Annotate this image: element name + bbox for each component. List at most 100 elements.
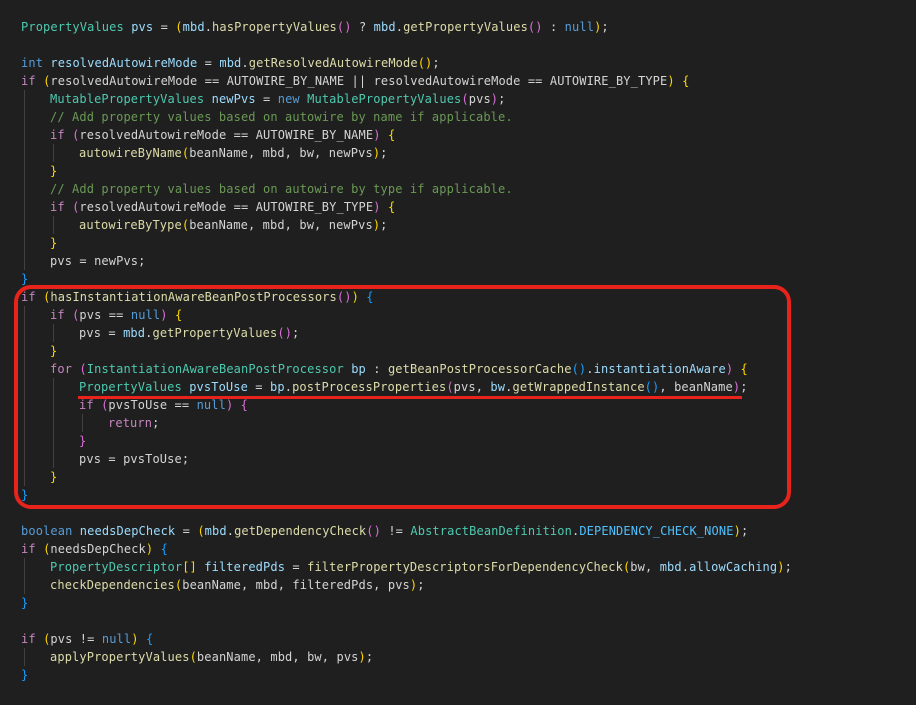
code-token: = [197,56,220,70]
code-token: } [21,272,29,286]
code-token: ; [601,20,609,34]
code-line[interactable]: if (resolvedAutowireMode == AUTOWIRE_BY_… [50,126,395,144]
code-token: () [527,20,543,34]
code-token: newPvs [211,92,256,106]
code-token: ; [498,92,506,106]
code-line[interactable]: MutablePropertyValues newPvs = new Mutab… [50,90,506,108]
code-line[interactable]: if (pvs != null) { [21,630,153,648]
code-token: MutablePropertyValues [50,92,205,106]
code-token: ; [380,218,388,232]
code-token: filteredPds [204,560,286,574]
code-token: checkDependencies [50,578,175,592]
code-token: // Add property values based on autowire… [50,182,513,196]
code-token: . [204,20,213,34]
code-token: . [241,56,249,70]
code-token: () [336,20,352,34]
code-token: autowireByType [79,218,182,232]
code-token: mbd [373,20,396,34]
code-token: = [153,20,176,34]
code-token: resolvedAutowireMode == AUTOWIRE_BY_TYPE [79,200,374,214]
code-line[interactable]: PropertyDescriptor[] filteredPds = filte… [50,558,792,576]
code-token: = [255,92,278,106]
code-line[interactable]: applyPropertyValues(beanName, mbd, bw, p… [50,648,373,666]
code-line[interactable]: } [50,234,57,252]
code-token: mbd [204,524,227,538]
code-token: ; [432,56,440,70]
code-editor[interactable]: PropertyValues pvs = (mbd.hasPropertyVal… [0,0,916,705]
code-token: pvs != [50,632,102,646]
code-token: mbd [219,56,242,70]
code-token: ( [197,524,205,538]
code-token: beanName, mbd, bw, pvs [196,650,359,664]
code-token: getResolvedAutowireMode [248,56,418,70]
code-line[interactable]: autowireByType(beanName, mbd, bw, newPvs… [79,216,388,234]
code-line[interactable]: if (resolvedAutowireMode == AUTOWIRE_BY_… [21,72,689,90]
indent-guide [53,144,54,162]
code-token: mbd [659,560,682,574]
code-token: ( [175,20,183,34]
code-token: allowCaching [689,560,778,574]
code-line[interactable]: // Add property values based on autowire… [50,108,513,126]
code-token: { [387,200,396,214]
code-token: PropertyValues [21,20,124,34]
code-token: if [21,74,36,88]
code-token: } [50,236,58,250]
code-token: = [285,560,308,574]
code-token: ; [380,146,388,160]
code-line[interactable]: } [21,666,28,684]
code-token: ) [131,632,139,646]
code-token: beanName, mbd, bw, newPvs [189,218,373,232]
code-token: pvs [468,92,491,106]
code-line[interactable]: pvs = newPvs; [50,252,145,270]
code-token: { [145,632,154,646]
code-token: ( [461,92,469,106]
code-token: { [387,128,396,142]
code-token: // Add property values based on autowire… [50,110,513,124]
code-line[interactable]: PropertyValues pvs = (mbd.hasPropertyVal… [21,18,609,36]
code-token: { [160,542,168,556]
code-line[interactable]: checkDependencies(beanName, mbd, filtere… [50,576,425,594]
code-line[interactable]: int resolvedAutowireMode = mbd.getResolv… [21,54,440,72]
code-line[interactable]: if (needsDepCheck) { [21,540,168,558]
code-token: if [21,542,36,556]
code-line[interactable]: boolean needsDepCheck = (mbd.getDependen… [21,522,748,540]
code-token: } [21,668,29,682]
code-token: needsDepCheck [79,524,176,538]
code-line[interactable]: autowireByName(beanName, mbd, bw, newPvs… [79,144,388,162]
code-token: if [50,128,65,142]
indent-guide [24,648,25,666]
code-line[interactable]: } [21,594,28,612]
code-token: resolvedAutowireMode == AUTOWIRE_BY_NAME… [50,74,668,88]
code-token: } [21,596,29,610]
code-token: [] [182,560,197,574]
code-token: beanName, mbd, filteredPds, pvs [182,578,410,592]
code-token: resolvedAutowireMode == AUTOWIRE_BY_NAME [79,128,374,142]
code-line[interactable]: } [50,162,57,180]
code-token: ; [417,578,425,592]
code-token: needsDepCheck [50,542,146,556]
code-token: MutablePropertyValues [307,92,462,106]
code-line[interactable]: if (resolvedAutowireMode == AUTOWIRE_BY_… [50,198,395,216]
code-token: mbd [182,20,205,34]
code-line[interactable]: // Add property values based on autowire… [50,180,513,198]
code-token: hasPropertyValues [212,20,337,34]
code-token: applyPropertyValues [50,650,190,664]
code-token: ) [373,128,381,142]
code-token: () [417,56,433,70]
code-token: resolvedAutowireMode [50,56,198,70]
code-token: if [21,632,36,646]
code-token: null [564,20,595,34]
code-token: beanName, mbd, bw, newPvs [189,146,373,160]
code-token: filterPropertyDescriptorsForDependencyCh… [307,560,623,574]
code-token: ) [667,74,675,88]
code-token: if [50,200,65,214]
code-token: bw, [630,560,660,574]
